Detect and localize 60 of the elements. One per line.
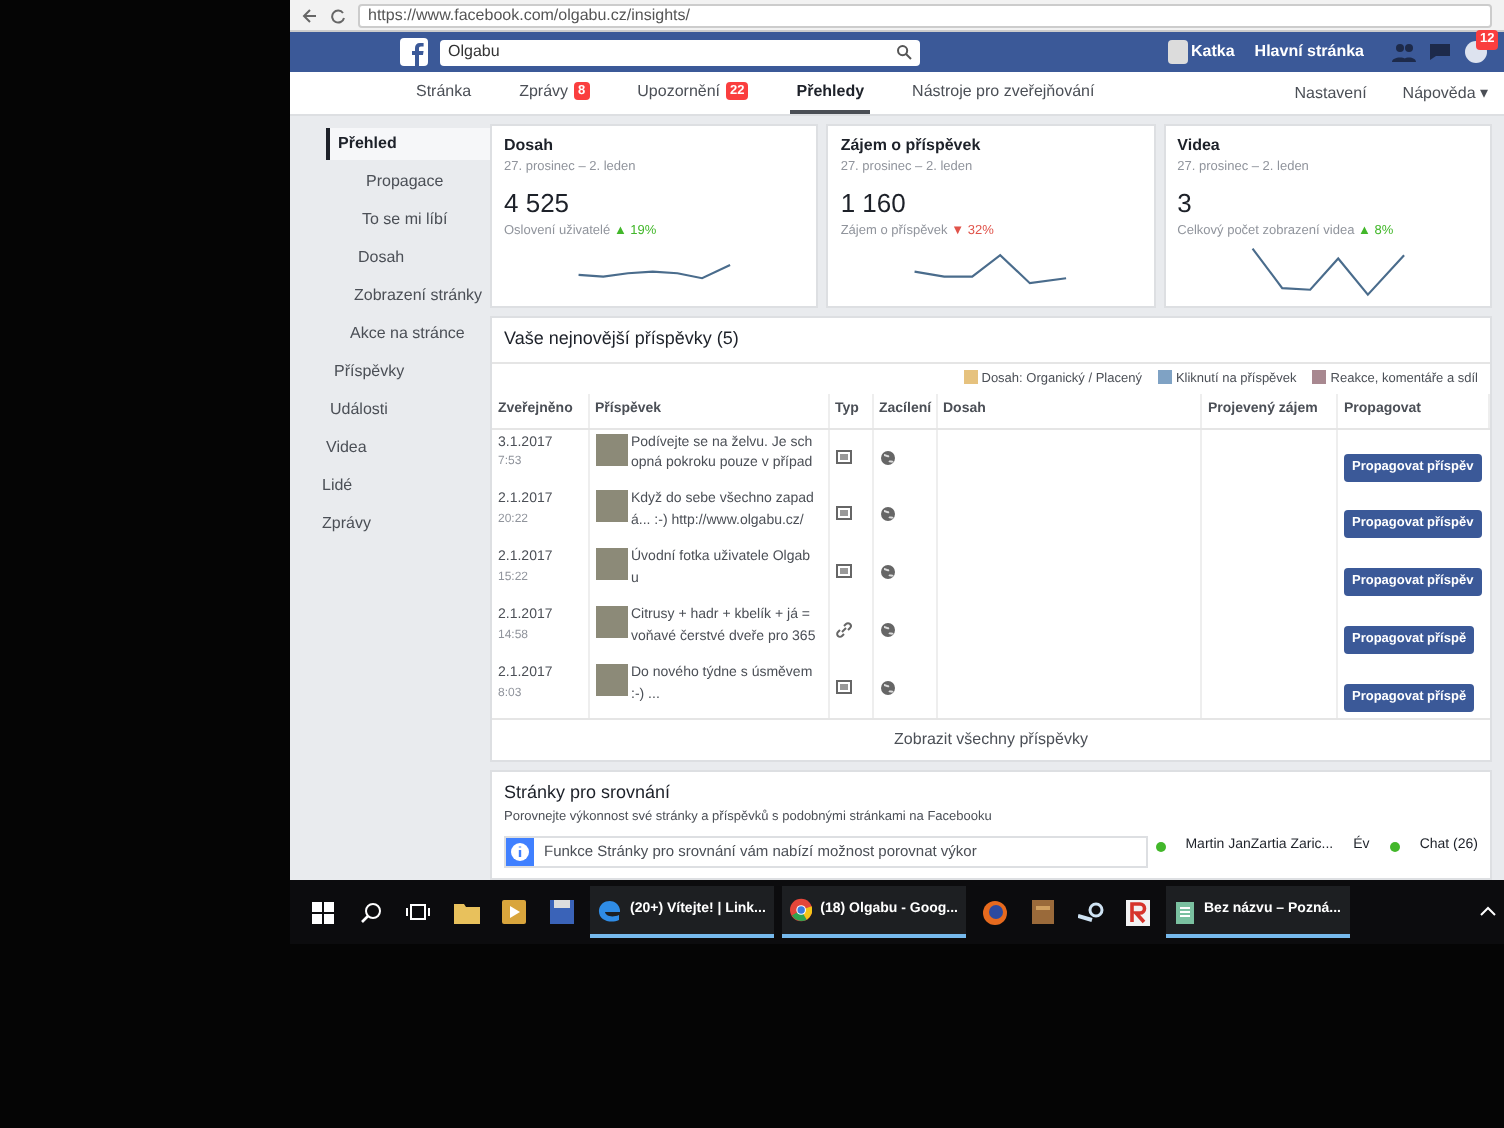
show-all-link[interactable]: Zobrazit všechny příspěvky: [894, 730, 1088, 749]
photo-placeholder: [595, 548, 627, 581]
metric-value: 1 160: [840, 185, 908, 222]
sidebar-item[interactable]: Dosah: [346, 242, 490, 274]
sidebar-item[interactable]: To se mi líbí: [350, 204, 490, 236]
sidebar-item[interactable]: Lidé: [310, 470, 490, 502]
card-title: Dosah: [504, 134, 555, 158]
photo-placeholder: [595, 606, 627, 639]
e-logo-icon: [598, 898, 622, 922]
media-player-icon[interactable]: [502, 900, 526, 924]
online-icon: [1155, 842, 1166, 852]
search-icon[interactable]: [359, 901, 381, 923]
photo-placeholder: [595, 490, 627, 523]
panel-title: Stránky pro srovnání: [504, 780, 673, 807]
logo-icon[interactable]: [400, 38, 428, 66]
task-view-icon[interactable]: [406, 902, 430, 922]
sidebar-item[interactable]: Příspěvky: [322, 356, 490, 388]
page-link[interactable]: Nastavení: [1294, 72, 1367, 114]
metric-value: 3: [1177, 185, 1194, 222]
sidebar-item[interactable]: Přehled: [326, 128, 490, 160]
fox-globe-icon[interactable]: [981, 899, 1007, 925]
sidebar-item[interactable]: Zprávy: [310, 508, 490, 540]
user-name[interactable]: Katka: [1191, 40, 1235, 64]
notepad-icon: [1174, 897, 1196, 923]
reload-icon[interactable]: [330, 7, 346, 23]
globe-icon: [879, 449, 895, 466]
globe-icon: [879, 506, 895, 523]
photo-placeholder: [595, 664, 627, 697]
globe-icon: [879, 680, 895, 697]
page-tab[interactable]: Nástroje pro zveřejňování: [906, 72, 1101, 114]
search-field[interactable]: Olgabu: [440, 39, 920, 65]
page-link[interactable]: Nápověda ▾: [1402, 72, 1488, 114]
globe-icon: [879, 564, 895, 581]
panel-title: Vaše nejnovější příspěvky (5): [492, 318, 1490, 363]
browser-logo-icon: [790, 898, 813, 922]
back-icon[interactable]: [302, 7, 318, 23]
steam-icon[interactable]: [1077, 901, 1103, 923]
page-tab[interactable]: Přehledy: [790, 72, 871, 114]
home-link[interactable]: Hlavní stránka: [1254, 40, 1364, 64]
sidebar-item[interactable]: Videa: [314, 432, 490, 464]
globe-icon: [879, 622, 895, 639]
card-title: Zájem o příspěvek: [840, 134, 983, 158]
sidebar-item[interactable]: Události: [318, 394, 490, 426]
online-icon: [1389, 842, 1400, 852]
chevron-up-icon[interactable]: [1480, 906, 1496, 917]
search-icon: [896, 44, 912, 60]
sidebar-item[interactable]: Zobrazení stránky: [342, 280, 490, 312]
folder-icon[interactable]: [453, 901, 479, 923]
sidebar-item[interactable]: Propagace: [354, 166, 490, 198]
sidebar-item[interactable]: Akce na stránce: [338, 318, 490, 350]
address-bar[interactable]: https://www.facebook.com/olgabu.cz/insights/: [358, 3, 1492, 27]
metric-value: 4 525: [504, 185, 572, 222]
photo-placeholder: [595, 433, 627, 466]
avatar-icon: [1167, 40, 1187, 64]
page-tab[interactable]: Stránka: [410, 72, 478, 114]
info-icon: [506, 837, 534, 865]
windows-logo-icon[interactable]: [311, 901, 333, 923]
card-title: Videa: [1177, 134, 1222, 158]
r-logo-icon[interactable]: [1126, 899, 1150, 925]
box-icon[interactable]: [1031, 900, 1053, 924]
